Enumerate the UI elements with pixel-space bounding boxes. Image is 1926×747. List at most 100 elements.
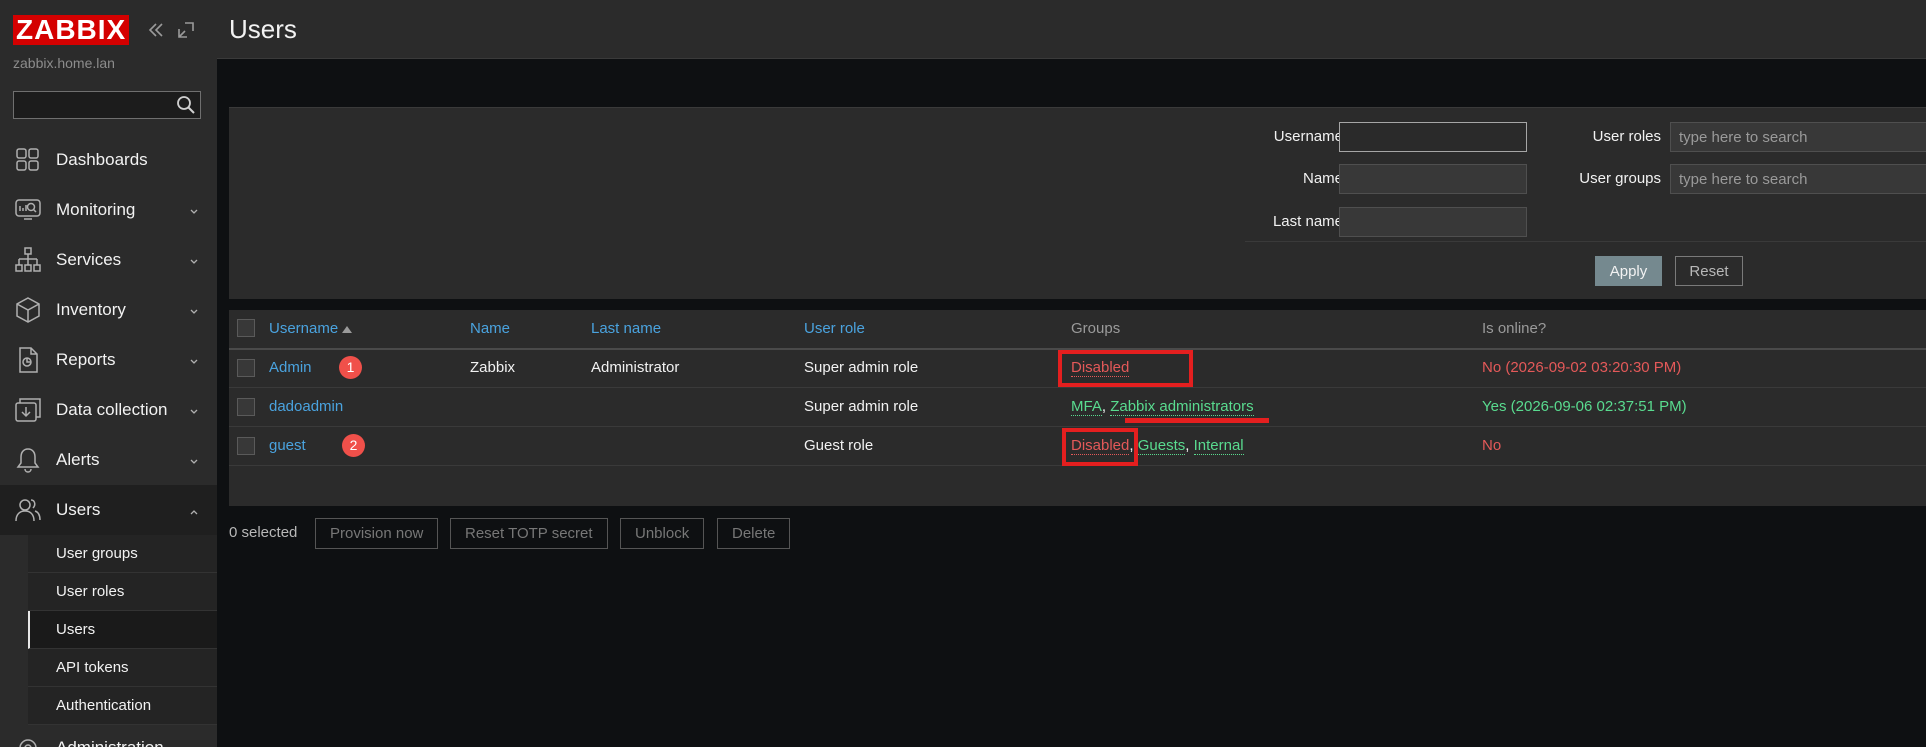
role-cell: Guest role bbox=[804, 437, 874, 454]
menu-item-label: Alerts bbox=[56, 450, 100, 469]
row-checkbox[interactable] bbox=[237, 359, 255, 377]
user-groups-multiselect[interactable] bbox=[1670, 164, 1926, 194]
sidebar-search-input[interactable] bbox=[13, 91, 201, 119]
chevron-down-icon bbox=[189, 202, 199, 214]
role-cell: Super admin role bbox=[804, 359, 919, 376]
apply-button[interactable]: Apply bbox=[1595, 256, 1662, 286]
highlight-underline bbox=[1125, 418, 1269, 423]
highlight-box bbox=[1062, 428, 1138, 466]
reset-totp-secret-button[interactable]: Reset TOTP secret bbox=[450, 518, 608, 549]
delete-button[interactable]: Delete bbox=[717, 518, 791, 549]
username-link[interactable]: dadoadmin bbox=[269, 398, 343, 415]
unblock-button[interactable]: Unblock bbox=[620, 518, 705, 549]
selected-count: 0 selected bbox=[229, 524, 298, 541]
username-link[interactable]: guest bbox=[269, 437, 306, 454]
group-link[interactable]: Zabbix administrators bbox=[1110, 398, 1254, 416]
name-filter-input[interactable] bbox=[1339, 164, 1527, 194]
highlight-box bbox=[1058, 350, 1193, 387]
menu-item-reports[interactable]: Reports bbox=[0, 335, 217, 385]
chevron-down-icon bbox=[189, 452, 199, 464]
username-link[interactable]: Admin bbox=[269, 359, 312, 376]
menu-item-label: Inventory bbox=[56, 300, 126, 319]
select-all-checkbox[interactable] bbox=[237, 319, 255, 337]
column-is-online: Is online? bbox=[1482, 320, 1547, 337]
reports-icon bbox=[15, 347, 41, 373]
group-link[interactable]: Guests bbox=[1137, 437, 1186, 455]
name-cell: Zabbix bbox=[470, 359, 516, 376]
menu-item-data-collection[interactable]: Data collection bbox=[0, 385, 217, 435]
chevron-down-icon bbox=[189, 352, 199, 364]
submenu-item-users[interactable]: Users bbox=[28, 611, 217, 649]
filter-divider bbox=[1245, 241, 1926, 242]
menu-item-label: Dashboards bbox=[56, 150, 148, 169]
sort-asc-icon bbox=[342, 320, 353, 337]
column-user-role[interactable]: User role bbox=[804, 320, 865, 337]
lastname-cell: Administrator bbox=[591, 359, 680, 376]
data-collection-icon bbox=[15, 397, 41, 423]
page-header: Users bbox=[217, 0, 1926, 59]
group-link[interactable]: Internal bbox=[1193, 437, 1244, 455]
table-header: Username Name Last name User role Groups… bbox=[229, 310, 1926, 350]
menu-item-administration[interactable]: Administration bbox=[0, 728, 217, 747]
role-cell: Super admin role bbox=[804, 398, 919, 415]
username-label: Username bbox=[1273, 128, 1343, 145]
column-username[interactable]: Username bbox=[269, 320, 353, 337]
dashboards-icon bbox=[15, 147, 41, 173]
menu-item-services[interactable]: Services bbox=[0, 235, 217, 285]
column-lastname[interactable]: Last name bbox=[591, 320, 661, 337]
menu-item-monitoring[interactable]: Monitoring bbox=[0, 185, 217, 235]
user-roles-label: User roles bbox=[1592, 128, 1661, 145]
menu-item-label: Monitoring bbox=[56, 200, 136, 219]
reset-button[interactable]: Reset bbox=[1675, 256, 1743, 286]
submenu-item-user-roles[interactable]: User roles bbox=[28, 573, 217, 611]
users-table: Username Name Last name User role Groups… bbox=[229, 310, 1926, 506]
name-label: Name bbox=[1302, 170, 1343, 187]
group-separator: , bbox=[1185, 437, 1194, 454]
groups-cell: MFA, Zabbix administrators bbox=[1071, 398, 1254, 416]
menu-item-label: Reports bbox=[56, 350, 116, 369]
menu-item-label: Administration bbox=[56, 738, 164, 747]
gear-icon bbox=[15, 735, 41, 747]
chevron-down-icon bbox=[189, 302, 199, 314]
filter-panel: Username Name Last name User roles User … bbox=[229, 107, 1926, 299]
menu-item-label: Data collection bbox=[56, 400, 168, 419]
submenu-item-authentication[interactable]: Authentication bbox=[28, 687, 217, 725]
group-separator: , bbox=[1101, 398, 1111, 415]
search-icon[interactable] bbox=[176, 95, 196, 115]
chevron-up-icon bbox=[189, 502, 199, 515]
collapse-sidebar-icon[interactable] bbox=[146, 20, 166, 40]
inventory-icon bbox=[15, 297, 41, 323]
provision-now-button[interactable]: Provision now bbox=[315, 518, 439, 549]
table-row: dadoadmin Super admin role MFA, Zabbix a… bbox=[229, 388, 1926, 427]
menu-item-label: Users bbox=[56, 500, 101, 519]
main-menu: Dashboards Monitoring Services Inventory… bbox=[0, 135, 217, 535]
page-title: Users bbox=[229, 14, 297, 44]
submenu-item-user-groups[interactable]: User groups bbox=[28, 535, 217, 573]
menu-item-inventory[interactable]: Inventory bbox=[0, 285, 217, 335]
zabbix-logo[interactable]: ZABBIX bbox=[13, 15, 130, 45]
online-status: No (2026-09-02 03:20:30 PM) bbox=[1482, 359, 1682, 376]
user-groups-label: User groups bbox=[1579, 170, 1661, 187]
online-status: No bbox=[1482, 437, 1502, 454]
user-roles-multiselect[interactable] bbox=[1670, 122, 1926, 152]
annotation-badge: 2 bbox=[342, 434, 365, 457]
menu-item-alerts[interactable]: Alerts bbox=[0, 435, 217, 485]
chevron-down-icon bbox=[189, 252, 199, 264]
row-checkbox[interactable] bbox=[237, 398, 255, 416]
kiosk-mode-icon[interactable] bbox=[176, 20, 196, 40]
menu-item-dashboards[interactable]: Dashboards bbox=[0, 135, 217, 185]
group-link[interactable]: MFA bbox=[1071, 398, 1102, 416]
column-groups: Groups bbox=[1071, 320, 1121, 337]
users-submenu: User groups User roles Users API tokens … bbox=[28, 535, 217, 725]
lastname-filter-input[interactable] bbox=[1339, 207, 1527, 237]
menu-item-label: Services bbox=[56, 250, 122, 269]
column-username-label: Username bbox=[269, 320, 339, 337]
row-checkbox[interactable] bbox=[237, 437, 255, 455]
annotation-badge: 1 bbox=[339, 356, 362, 379]
lastname-label: Last name bbox=[1272, 213, 1343, 230]
menu-item-users[interactable]: Users bbox=[0, 485, 217, 535]
username-filter-input[interactable] bbox=[1339, 122, 1527, 152]
column-name[interactable]: Name bbox=[470, 320, 510, 337]
users-icon bbox=[15, 497, 41, 523]
submenu-item-api-tokens[interactable]: API tokens bbox=[28, 649, 217, 687]
